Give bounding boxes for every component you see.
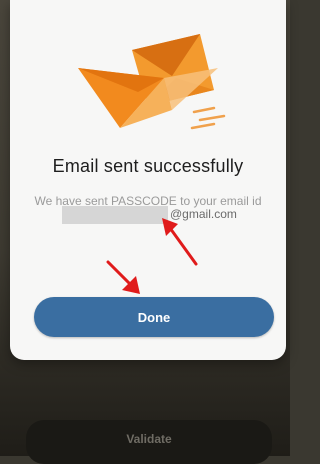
paper-plane-envelope-icon [78,34,226,130]
annotation-arrow-email [162,218,198,266]
dialog-title: Email sent successfully [52,156,244,176]
redacted-email [62,206,168,224]
annotation-arrow-done [106,260,140,294]
done-button[interactable]: Done [34,297,274,337]
validate-button[interactable]: Validate [26,420,272,464]
success-dialog: Email sent successfully We have sent PAS… [10,0,286,360]
